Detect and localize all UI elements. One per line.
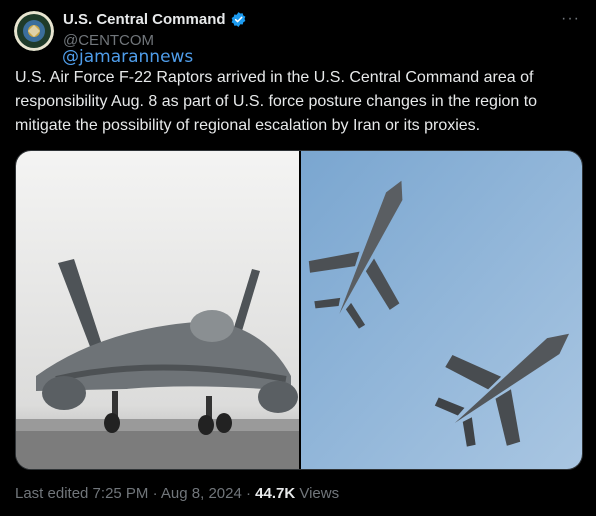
tweet-text: U.S. Air Force F-22 Raptors arrived in t… [15,69,538,134]
views-label: Views [295,485,340,502]
watermark-text: @jamarannews [62,47,194,67]
centcom-seal-icon [14,11,54,51]
edited-timestamp[interactable]: Last edited 7:25 PM · Aug 8, 2024 · [15,485,255,502]
author-row: U.S. Central Command [63,11,247,28]
f22-flight-photo[interactable] [301,151,582,469]
media-grid [15,150,583,470]
f22-ground-photo[interactable] [16,151,301,469]
views-count: 44.7K [255,485,296,502]
verified-badge-icon [231,12,245,27]
tweet-meta: Last edited 7:25 PM · Aug 8, 2024 · 44.7… [15,485,339,502]
avatar[interactable] [14,11,54,51]
more-options-icon[interactable]: ··· [561,10,580,28]
author-name[interactable]: U.S. Central Command [63,11,226,28]
